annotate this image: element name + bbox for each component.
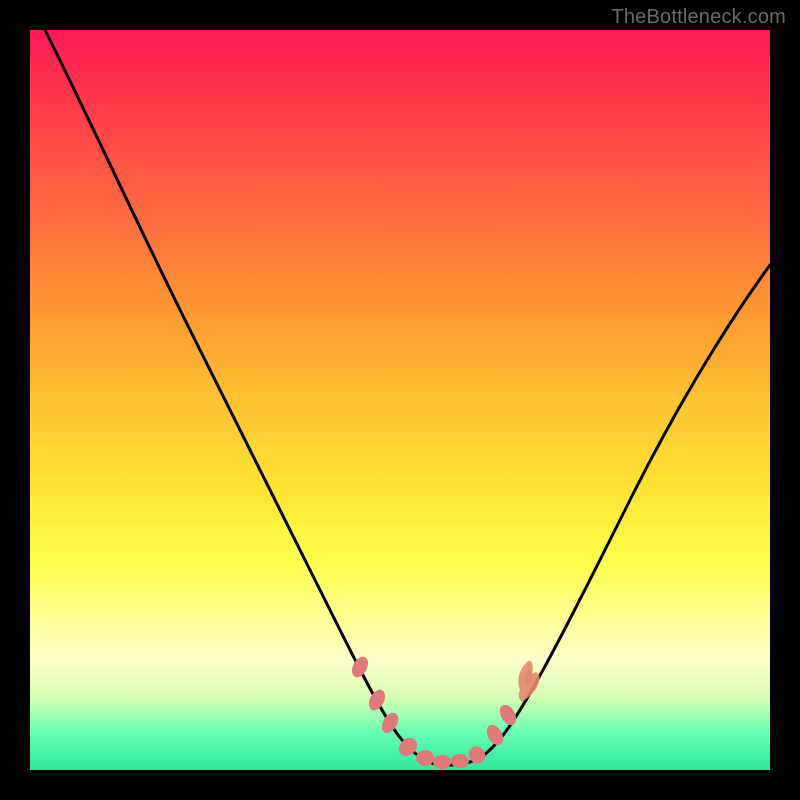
marker-dot [416,750,434,766]
marker-dot [451,754,469,768]
flame-icon [518,661,539,702]
curve-layer [30,30,770,770]
plot-area [30,30,770,770]
marker-dot [378,710,401,736]
marker-dot [366,687,389,713]
chart-frame: TheBottleneck.com [0,0,800,800]
watermark-text: TheBottleneck.com [611,6,786,29]
marker-dot [349,654,372,680]
marker-dot [433,755,451,769]
bottleneck-curve [45,30,770,765]
